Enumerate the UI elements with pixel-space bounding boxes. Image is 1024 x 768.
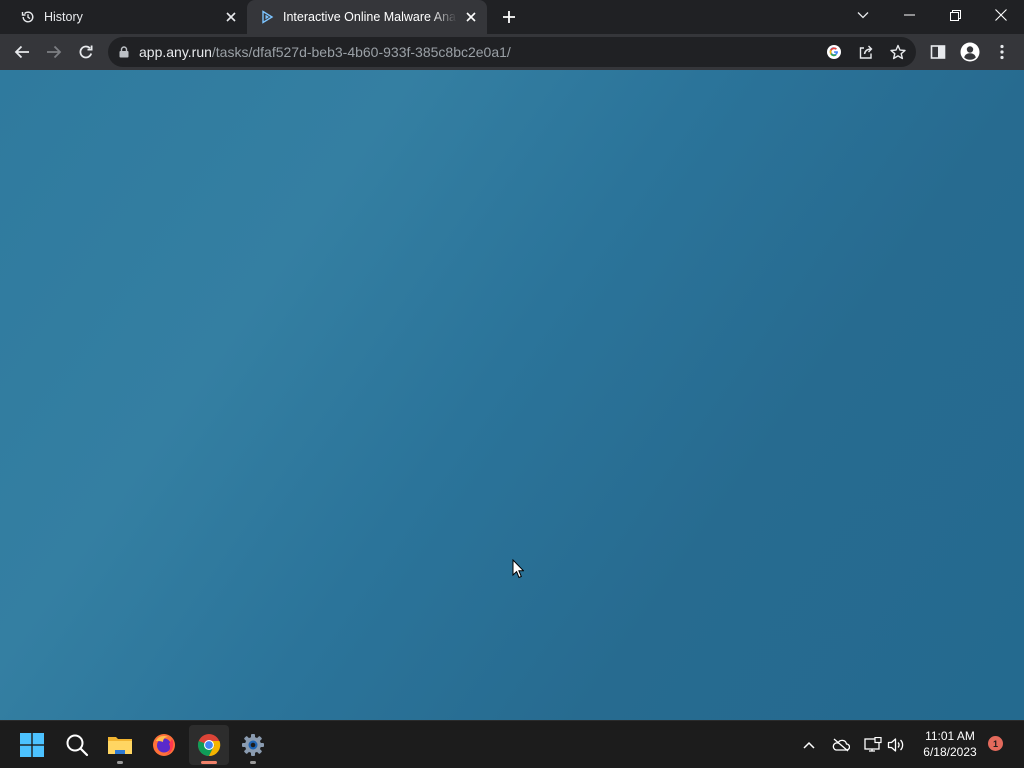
restore-button[interactable] [932, 0, 978, 30]
close-tab-icon[interactable] [221, 7, 241, 27]
close-window-button[interactable] [978, 0, 1024, 30]
system-clock[interactable]: 11:01 AM 6/18/2023 [910, 728, 990, 760]
tab-title: History [44, 10, 83, 24]
firefox-button[interactable] [144, 725, 184, 765]
clock-date: 6/18/2023 [923, 745, 977, 759]
clock-time: 11:01 AM [925, 729, 975, 743]
side-panel-button[interactable] [924, 38, 952, 66]
onedrive-icon[interactable] [829, 733, 853, 757]
mouse-cursor-icon [512, 559, 524, 579]
url-path: /tasks/dfaf527d-beb3-4b60-933f-385c8bc2e… [211, 44, 511, 60]
tab-history[interactable]: History [0, 0, 247, 34]
running-indicator [117, 761, 123, 764]
taskbar: 11:01 AM 6/18/2023 [0, 720, 1024, 768]
browser-toolbar: app.any.run/tasks/dfaf527d-beb3-4b60-933… [0, 34, 1024, 70]
tab-strip: History Interactive Online Malware Analy [0, 0, 1024, 34]
address-bar[interactable]: app.any.run/tasks/dfaf527d-beb3-4b60-933… [108, 37, 916, 67]
chrome-button[interactable] [189, 725, 229, 765]
taskbar-search-button[interactable] [57, 725, 97, 765]
lock-icon[interactable] [119, 46, 129, 58]
tab-search-button[interactable] [840, 0, 886, 30]
windows-start-button[interactable] [12, 725, 52, 765]
show-hidden-icons-button[interactable] [797, 733, 821, 757]
bookmark-star-icon[interactable] [884, 38, 912, 66]
history-icon [20, 9, 36, 25]
active-indicator [201, 761, 217, 764]
share-icon[interactable] [852, 38, 880, 66]
volume-icon[interactable] [884, 733, 908, 757]
url-text: app.any.run/tasks/dfaf527d-beb3-4b60-933… [139, 44, 511, 60]
network-icon[interactable] [861, 733, 885, 757]
anyrun-icon [259, 9, 275, 25]
close-tab-icon[interactable] [461, 7, 481, 27]
url-host: app.any.run [139, 44, 212, 60]
forward-button[interactable] [40, 38, 68, 66]
notification-badge[interactable]: 1 [988, 736, 1003, 751]
tab-any-run[interactable]: Interactive Online Malware Analy [247, 0, 487, 34]
file-explorer-button[interactable] [100, 725, 140, 765]
google-lens-icon[interactable] [820, 38, 848, 66]
settings-button[interactable] [233, 725, 273, 765]
reload-button[interactable] [72, 38, 100, 66]
running-indicator [250, 761, 256, 764]
minimize-button[interactable] [886, 0, 932, 30]
new-tab-button[interactable] [497, 5, 521, 29]
tab-title: Interactive Online Malware Analy [283, 10, 457, 24]
back-button[interactable] [8, 38, 36, 66]
browser-menu-button[interactable] [988, 38, 1016, 66]
profile-button[interactable] [956, 38, 984, 66]
page-content[interactable] [0, 70, 1024, 720]
